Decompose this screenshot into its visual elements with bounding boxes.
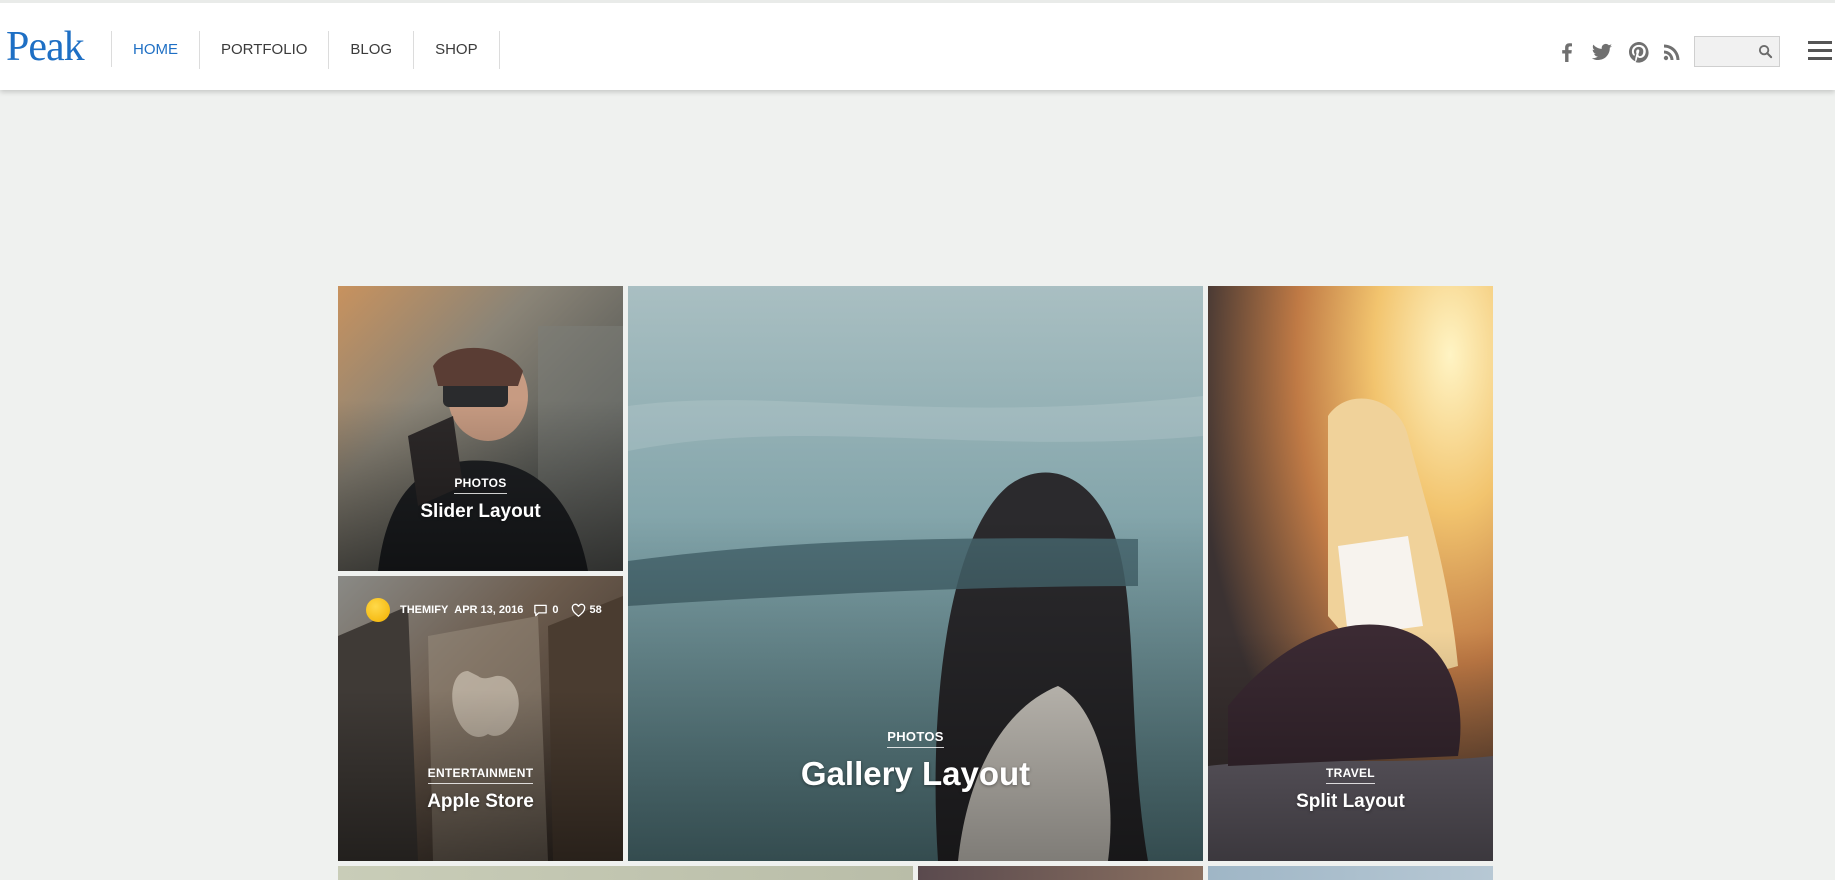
- post-caption: TRAVEL Split Layout: [1208, 764, 1493, 813]
- post-tile-partial[interactable]: [918, 866, 1203, 880]
- post-title[interactable]: Split Layout: [1208, 791, 1493, 813]
- post-date: APR 13, 2016: [454, 604, 524, 616]
- post-author[interactable]: THEMIFY: [400, 604, 448, 616]
- post-tile-apple-store[interactable]: THEMIFY APR 13, 2016 0 58 ENTERTAINMENT …: [338, 576, 623, 861]
- site-logo[interactable]: Peak: [6, 23, 85, 71]
- post-tile-partial[interactable]: [338, 866, 913, 880]
- post-caption: ENTERTAINMENT Apple Store: [338, 764, 623, 813]
- main-nav: HOME PORTFOLIO BLOG SHOP: [112, 31, 500, 69]
- post-title[interactable]: Slider Layout: [338, 501, 623, 523]
- facebook-icon[interactable]: [1555, 40, 1579, 64]
- nav-item-shop[interactable]: SHOP: [414, 31, 500, 69]
- like-count[interactable]: 58: [590, 604, 602, 616]
- post-category[interactable]: TRAVEL: [1326, 766, 1375, 784]
- hamburger-menu-icon[interactable]: [1808, 41, 1832, 62]
- twitter-icon[interactable]: [1590, 40, 1614, 64]
- post-title[interactable]: Gallery Layout: [628, 755, 1203, 793]
- post-meta: THEMIFY APR 13, 2016 0 58: [366, 598, 614, 622]
- post-tile-split-layout[interactable]: TRAVEL Split Layout: [1208, 286, 1493, 861]
- comment-count[interactable]: 0: [552, 604, 558, 616]
- pinterest-icon[interactable]: [1627, 40, 1651, 64]
- rss-icon[interactable]: [1660, 40, 1684, 64]
- post-tile-partial[interactable]: [1208, 866, 1493, 880]
- post-caption: PHOTOS Slider Layout: [338, 474, 623, 523]
- search-input[interactable]: [1695, 37, 1757, 66]
- comment-icon[interactable]: [533, 603, 548, 618]
- post-category[interactable]: PHOTOS: [454, 476, 507, 494]
- nav-item-portfolio[interactable]: PORTFOLIO: [200, 31, 330, 69]
- nav-item-home[interactable]: HOME: [112, 31, 200, 69]
- post-tile-gallery-layout[interactable]: PHOTOS Gallery Layout: [628, 286, 1203, 861]
- heart-icon[interactable]: [571, 603, 586, 618]
- post-title[interactable]: Apple Store: [338, 791, 623, 813]
- search-box: [1694, 36, 1780, 67]
- search-icon[interactable]: [1758, 44, 1773, 59]
- post-caption: PHOTOS Gallery Layout: [628, 728, 1203, 793]
- site-header: Peak HOME PORTFOLIO BLOG SHOP: [0, 0, 1835, 90]
- post-category[interactable]: PHOTOS: [887, 729, 944, 748]
- author-avatar[interactable]: [366, 598, 390, 622]
- post-tile-slider-layout[interactable]: PHOTOS Slider Layout: [338, 286, 623, 571]
- nav-item-blog[interactable]: BLOG: [329, 31, 415, 69]
- post-category[interactable]: ENTERTAINMENT: [427, 766, 534, 784]
